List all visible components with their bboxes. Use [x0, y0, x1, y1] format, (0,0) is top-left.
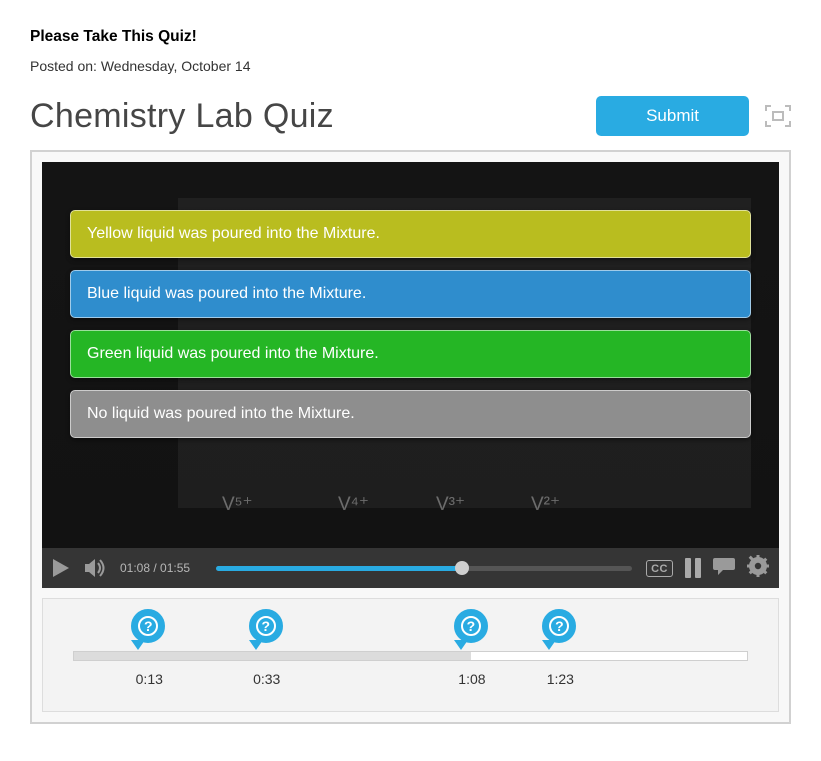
v5-label: V⁵⁺: [222, 493, 253, 516]
question-marker-time: 0:33: [253, 671, 280, 687]
answer-option-blue[interactable]: Blue liquid was poured into the Mixture.: [70, 270, 751, 318]
answer-option-green[interactable]: Green liquid was poured into the Mixture…: [70, 330, 751, 378]
question-timeline: ?0:13?0:33?1:08?1:23: [42, 598, 779, 712]
question-marker-4[interactable]: ?1:23: [542, 609, 578, 645]
quiz-title: Chemistry Lab Quiz: [30, 97, 334, 136]
v4-label: V⁴⁺: [338, 493, 369, 516]
video-progress-fill: [216, 566, 462, 571]
answer-option-yellow[interactable]: Yellow liquid was poured into the Mixtur…: [70, 210, 751, 258]
play-icon[interactable]: [52, 558, 70, 578]
answer-option-none[interactable]: No liquid was poured into the Mixture.: [70, 390, 751, 438]
submit-button[interactable]: Submit: [596, 96, 749, 136]
question-marker-2[interactable]: ?0:33: [249, 609, 285, 645]
question-marker-3[interactable]: ?1:08: [454, 609, 490, 645]
timeline-progress: [74, 652, 471, 660]
captions-button[interactable]: CC: [646, 560, 673, 577]
comment-icon[interactable]: [713, 556, 735, 581]
question-pin-icon: ?: [131, 609, 167, 645]
take-quiz-heading: Please Take This Quiz!: [30, 28, 791, 46]
settings-icon[interactable]: [747, 555, 769, 582]
volume-icon[interactable]: [84, 558, 106, 578]
question-marker-time: 1:23: [547, 671, 574, 687]
video-progress-thumb[interactable]: [455, 561, 469, 575]
posted-on-date: Posted on: Wednesday, October 14: [30, 58, 791, 74]
video-controls: 01:08 / 01:55 CC: [42, 548, 779, 588]
question-marker-1[interactable]: ?0:13: [131, 609, 167, 645]
timeline-track[interactable]: [73, 651, 748, 661]
video-player: Zn + 2VO²⁺ + 4H⁺ → 2V³⁺ + Zn²⁺ + H₂O V⁵⁺…: [42, 162, 779, 588]
answer-list: Yellow liquid was poured into the Mixtur…: [70, 210, 751, 438]
v3-label: V³⁺: [436, 493, 465, 516]
question-marker-time: 1:08: [458, 671, 485, 687]
pause-icon[interactable]: [685, 558, 701, 578]
quiz-panel: Zn + 2VO²⁺ + 4H⁺ → 2V³⁺ + Zn²⁺ + H₂O V⁵⁺…: [30, 150, 791, 724]
v2-label: V²⁺: [531, 493, 560, 516]
video-time: 01:08 / 01:55: [120, 561, 202, 575]
question-pin-icon: ?: [542, 609, 578, 645]
video-progress-bar[interactable]: [216, 566, 632, 571]
fullscreen-icon[interactable]: [765, 105, 791, 127]
question-pin-icon: ?: [249, 609, 285, 645]
question-pin-icon: ?: [454, 609, 490, 645]
question-marker-time: 0:13: [136, 671, 163, 687]
